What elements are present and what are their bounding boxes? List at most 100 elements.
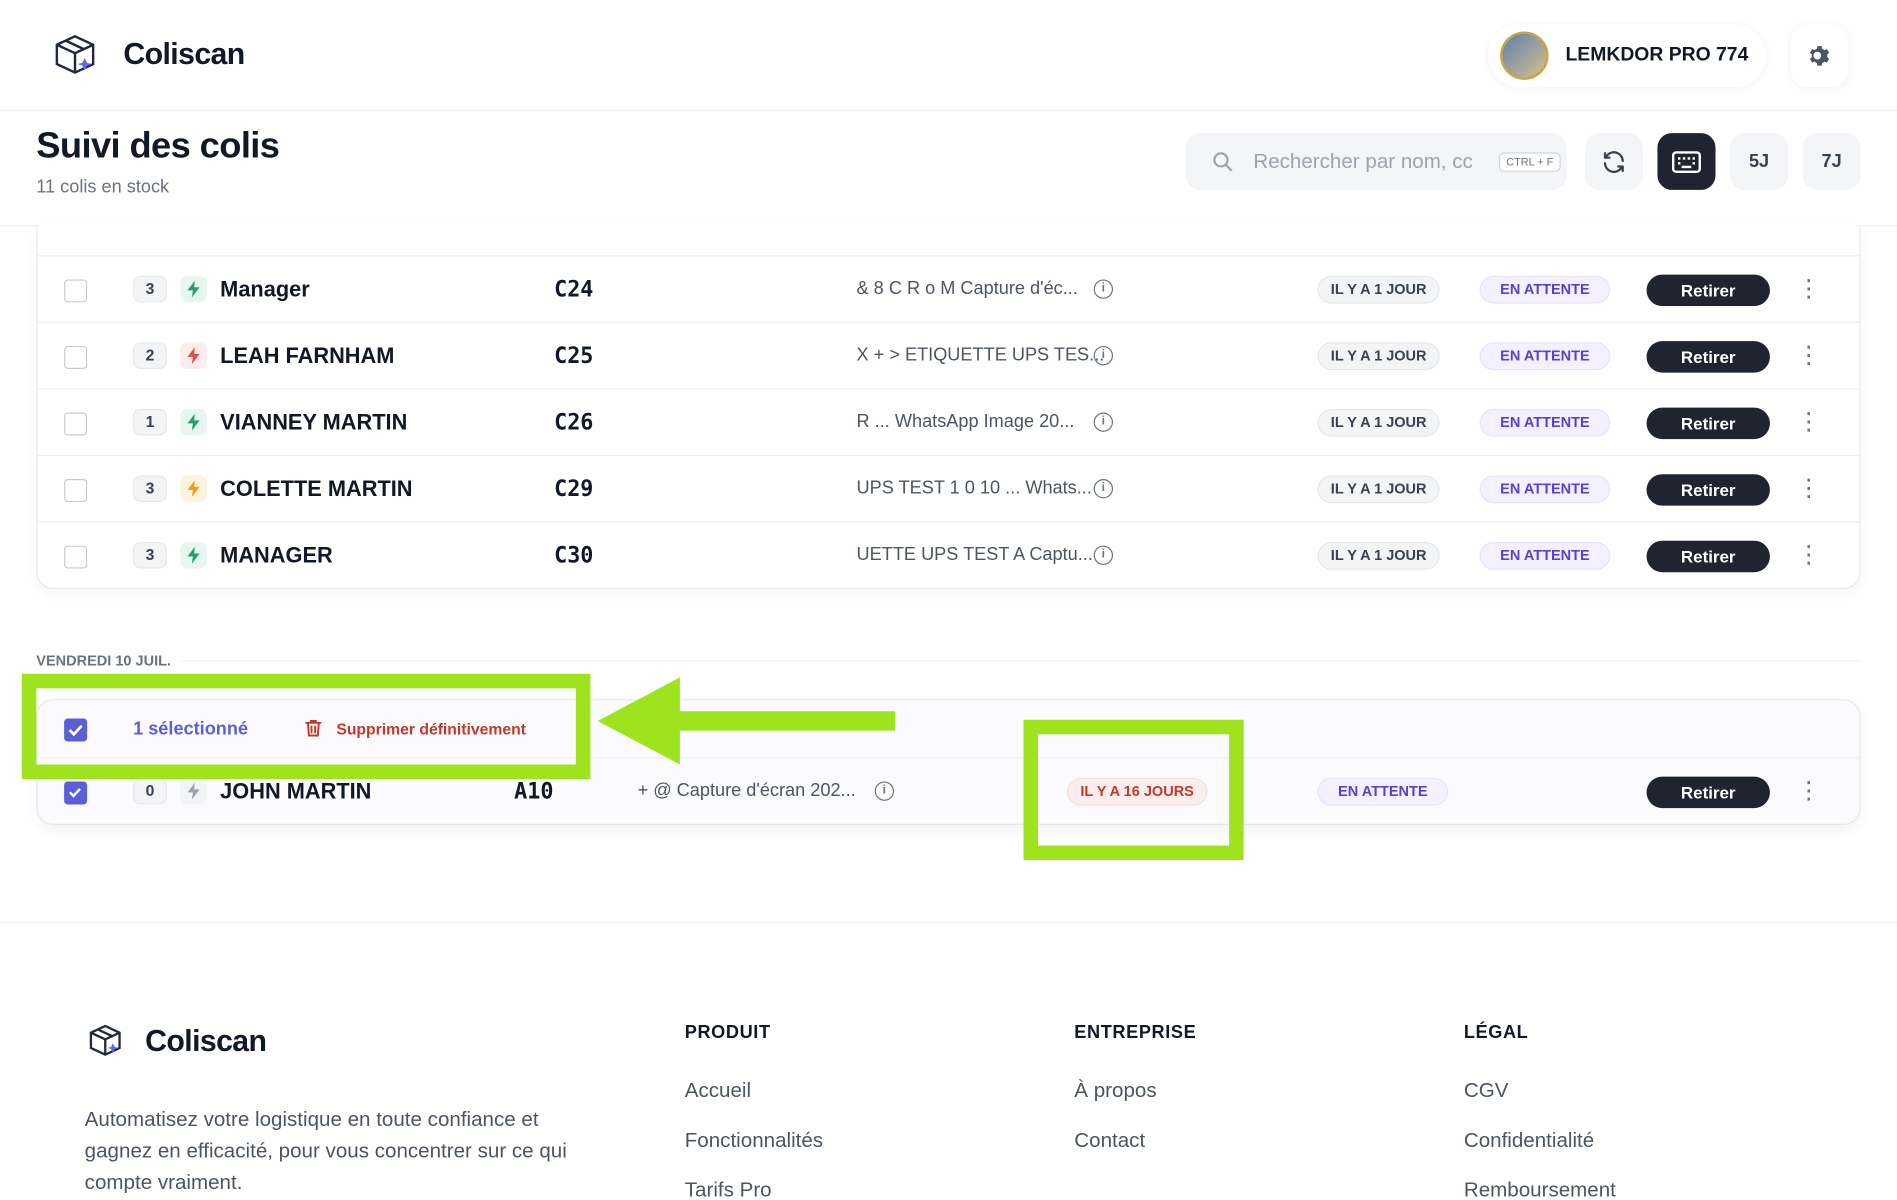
bolt-icon xyxy=(180,475,207,503)
app-name[interactable]: Coliscan xyxy=(123,38,245,73)
arrow-annotation xyxy=(597,677,896,765)
table-row[interactable]: 3 COLETTE MARTIN C29 UPS TEST 1 0 10 ... Wh… xyxy=(36,454,1861,522)
recipient-name: COLETTE MARTIN xyxy=(220,476,413,501)
retirer-button[interactable]: Retirer xyxy=(1646,540,1770,573)
parcel-count: 0 xyxy=(133,777,167,805)
parcel-note: R ... WhatsApp Image 20... xyxy=(856,411,1075,432)
recipient-name: LEAH FARNHAM xyxy=(220,343,395,368)
keyboard-mode-button[interactable] xyxy=(1657,133,1716,190)
recipient-name: MANAGER xyxy=(220,543,333,568)
footer-link-accueil[interactable]: Accueil xyxy=(685,1079,751,1103)
status-badge: EN ATTENTE xyxy=(1479,475,1611,504)
parcel-note: X + > ETIQUETTE UPS TES... xyxy=(856,344,1105,366)
row-checkbox[interactable] xyxy=(64,279,88,303)
status-badge: EN ATTENTE xyxy=(1479,342,1611,371)
footer-heading-legal: LÉGAL xyxy=(1463,1022,1529,1043)
table-row[interactable]: 2 LEAH FARNHAM C25 X + > ETIQUETTE UPS TES.… xyxy=(36,321,1861,389)
more-icon[interactable]: ⋮ xyxy=(1797,774,1821,810)
status-badge: EN ATTENTE xyxy=(1317,777,1449,806)
footer-link-apropos[interactable]: À propos xyxy=(1074,1079,1156,1103)
bolt-icon xyxy=(180,342,207,369)
parcel-note: + @ Capture d'écran 202... xyxy=(637,780,856,801)
retirer-button[interactable]: Retirer xyxy=(1646,474,1770,506)
user-name[interactable]: LEMKDOR PRO 774 xyxy=(1565,45,1748,67)
page: Coliscan LEMKDOR PRO 774 Suivi des colis… xyxy=(0,0,1897,1200)
row-checkbox[interactable] xyxy=(64,545,88,569)
recipient-name: VIANNEY MARTIN xyxy=(220,410,408,435)
table-row[interactable]: 3 MANAGER C30 UETTE UPS TEST A Captu... i IL … xyxy=(36,521,1861,588)
parcel-note: UETTE UPS TEST A Captu... xyxy=(856,544,1093,565)
refresh-icon xyxy=(1603,150,1624,173)
more-icon[interactable]: ⋮ xyxy=(1797,405,1821,441)
bolt-icon xyxy=(180,541,207,569)
row-checkbox[interactable] xyxy=(64,345,88,369)
table-row[interactable]: 3 Manager C24 & 8 C R o M Capture d'éc... i I… xyxy=(36,255,1861,322)
info-icon[interactable]: i xyxy=(1093,279,1114,299)
retirer-button[interactable]: Retirer xyxy=(1646,407,1770,440)
filter-7j-button[interactable]: 7J xyxy=(1802,133,1861,190)
info-icon[interactable]: i xyxy=(1093,345,1114,366)
footer-link-cgv[interactable]: CGV xyxy=(1464,1079,1509,1103)
status-badge: EN ATTENTE xyxy=(1479,408,1611,437)
age-badge: IL Y A 1 JOUR xyxy=(1317,275,1440,304)
highlight-box-age xyxy=(1023,719,1244,861)
info-icon[interactable]: i xyxy=(1093,412,1114,432)
parcel-code: C29 xyxy=(554,476,594,503)
parcel-code: C30 xyxy=(554,543,594,569)
footer-link-confidentialite[interactable]: Confidentialité xyxy=(1464,1129,1594,1153)
parcel-count: 3 xyxy=(133,541,167,569)
info-icon[interactable]: i xyxy=(874,781,895,801)
search-input[interactable] xyxy=(1253,149,1490,174)
settings-button[interactable] xyxy=(1790,24,1849,88)
avatar[interactable] xyxy=(1500,31,1549,80)
parcel-count: 3 xyxy=(133,475,167,503)
footer-app-name[interactable]: Coliscan xyxy=(145,1025,267,1060)
parcel-code: C24 xyxy=(554,277,594,303)
footer-link-tarifs[interactable]: Tarifs Pro xyxy=(685,1178,772,1200)
age-badge: IL Y A 1 JOUR xyxy=(1317,408,1440,437)
more-icon[interactable]: ⋮ xyxy=(1797,472,1821,508)
more-icon[interactable]: ⋮ xyxy=(1797,339,1821,375)
bolt-icon xyxy=(180,777,207,805)
date-group-label: VENDREDI 10 JUIL. xyxy=(36,652,172,669)
refresh-button[interactable] xyxy=(1584,133,1643,190)
highlight-box-selection xyxy=(21,673,591,780)
footer-divider xyxy=(0,921,1897,924)
parcel-code: C26 xyxy=(554,410,594,436)
parcel-count: 1 xyxy=(133,408,167,436)
row-checkbox[interactable] xyxy=(64,479,88,503)
parcel-count: 3 xyxy=(133,275,167,303)
parcel-code: C25 xyxy=(554,343,594,369)
retirer-button[interactable]: Retirer xyxy=(1646,274,1770,307)
age-badge: IL Y A 1 JOUR xyxy=(1317,475,1440,504)
more-icon[interactable]: ⋮ xyxy=(1797,272,1821,308)
footer-link-remboursement[interactable]: Remboursement xyxy=(1464,1178,1616,1200)
info-icon[interactable]: i xyxy=(1093,479,1114,499)
age-badge: IL Y A 1 JOUR xyxy=(1317,342,1440,371)
info-icon[interactable]: i xyxy=(1093,545,1114,565)
age-badge: IL Y A 1 JOUR xyxy=(1317,541,1440,570)
filter-5j-button[interactable]: 5J xyxy=(1730,133,1789,190)
bolt-icon xyxy=(180,275,207,303)
status-badge: EN ATTENTE xyxy=(1479,275,1611,304)
parcel-count: 2 xyxy=(133,342,167,369)
retirer-button[interactable]: Retirer xyxy=(1646,776,1770,809)
package-logo-icon xyxy=(55,34,95,74)
table-row[interactable]: 1 VIANNEY MARTIN C26 R ... WhatsApp Image 2… xyxy=(36,388,1861,455)
status-badge: EN ATTENTE xyxy=(1479,541,1611,570)
footer-link-contact[interactable]: Contact xyxy=(1074,1129,1145,1153)
parcel-code: A10 xyxy=(514,779,554,805)
footer-heading-produit: PRODUIT xyxy=(684,1022,771,1043)
bolt-icon xyxy=(180,408,207,436)
retirer-button[interactable]: Retirer xyxy=(1646,341,1770,373)
row-checkbox[interactable] xyxy=(64,781,88,805)
footer-description: Automatisez votre logistique en toute co… xyxy=(84,1108,567,1194)
more-icon[interactable]: ⋮ xyxy=(1797,538,1821,574)
search-box[interactable]: CTRL + F xyxy=(1185,133,1567,190)
check-icon xyxy=(69,787,81,798)
gear-icon xyxy=(1809,46,1830,66)
footer-link-fonctionnalites[interactable]: Fonctionnalités xyxy=(685,1129,823,1153)
row-checkbox[interactable] xyxy=(64,412,88,436)
search-icon xyxy=(1213,151,1233,171)
page-title: Suivi des colis xyxy=(36,125,280,166)
